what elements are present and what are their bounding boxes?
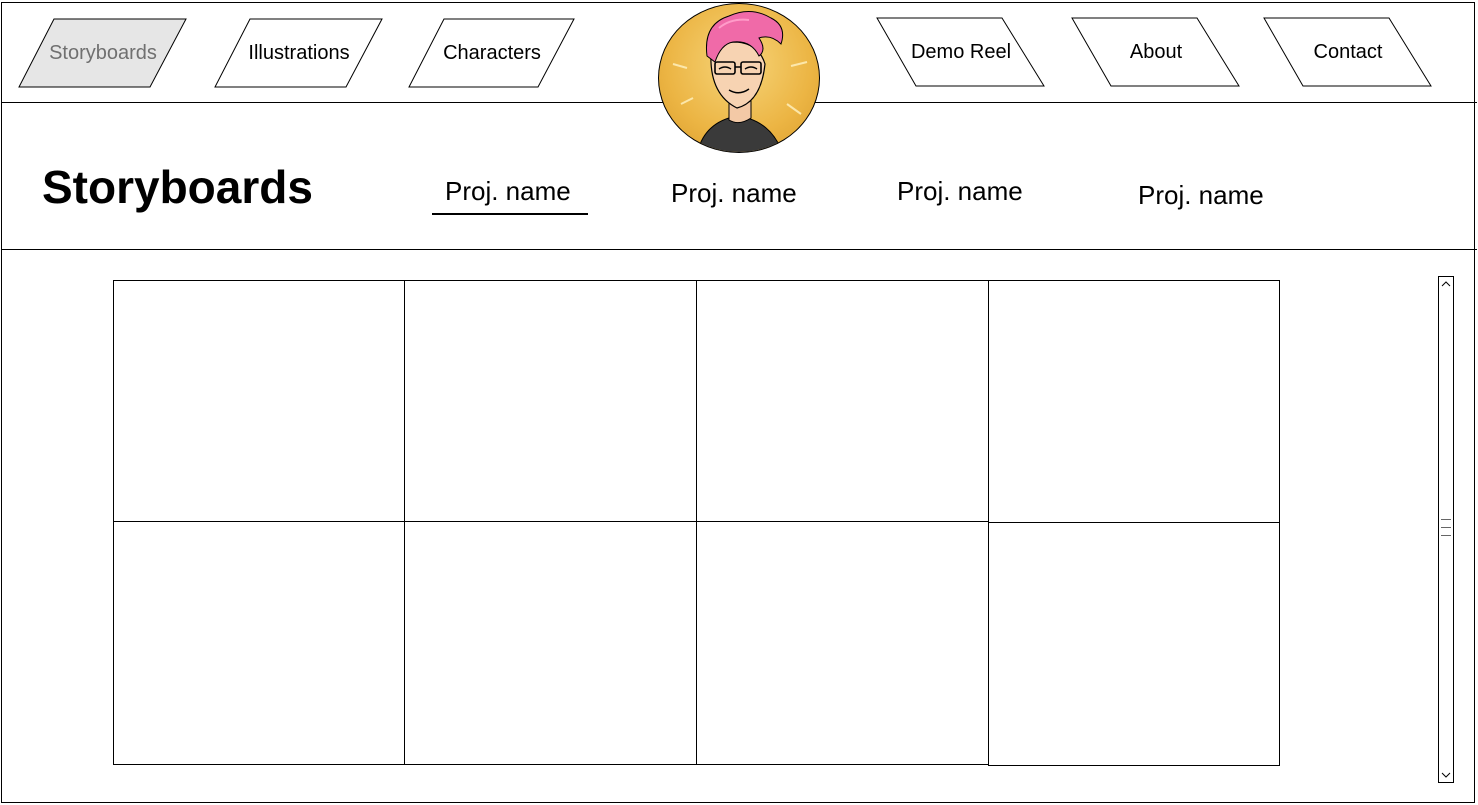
nav-characters-label: Characters: [443, 41, 541, 64]
nav-about-button[interactable]: About: [1071, 17, 1241, 87]
gallery-thumbnail-3[interactable]: [696, 280, 989, 522]
chevron-down-icon[interactable]: [1439, 768, 1453, 782]
nav-about-label: About: [1129, 40, 1183, 63]
chevron-up-icon[interactable]: [1439, 277, 1453, 291]
page-title: Storyboards: [42, 161, 313, 213]
nav-contact-label: Contact: [1313, 40, 1383, 63]
project-tab-2[interactable]: Proj. name: [671, 178, 797, 209]
nav-demo-reel-button[interactable]: Demo Reel: [876, 17, 1046, 87]
nav-illustrations-button[interactable]: Illustrations: [214, 18, 384, 88]
gallery-thumbnail-1[interactable]: [113, 280, 405, 522]
gallery-thumbnail-6[interactable]: [404, 521, 697, 765]
nav-storyboards-label: Storyboards: [49, 41, 157, 64]
project-tab-4[interactable]: Proj. name: [1138, 180, 1264, 211]
project-tab-1[interactable]: Proj. name: [445, 176, 571, 207]
gallery-thumbnail-2[interactable]: [404, 280, 697, 522]
selected-tab-underline: [432, 213, 588, 215]
section-divider: [1, 249, 1477, 250]
gallery-thumbnail-7[interactable]: [696, 521, 989, 765]
gallery-thumbnail-4[interactable]: [988, 280, 1280, 523]
grip-lines-icon[interactable]: [1441, 517, 1451, 543]
nav-demo-reel-label: Demo Reel: [910, 40, 1012, 63]
nav-storyboards-button[interactable]: Storyboards: [18, 18, 188, 88]
nav-characters-button[interactable]: Characters: [408, 18, 576, 88]
avatar-portrait-icon[interactable]: [658, 3, 820, 153]
project-tab-3[interactable]: Proj. name: [897, 176, 1023, 207]
nav-illustrations-label: Illustrations: [248, 41, 350, 64]
nav-contact-button[interactable]: Contact: [1263, 17, 1433, 87]
vertical-scrollbar[interactable]: [1438, 276, 1454, 783]
gallery-thumbnail-5[interactable]: [113, 521, 405, 765]
gallery-thumbnail-8[interactable]: [988, 522, 1280, 766]
